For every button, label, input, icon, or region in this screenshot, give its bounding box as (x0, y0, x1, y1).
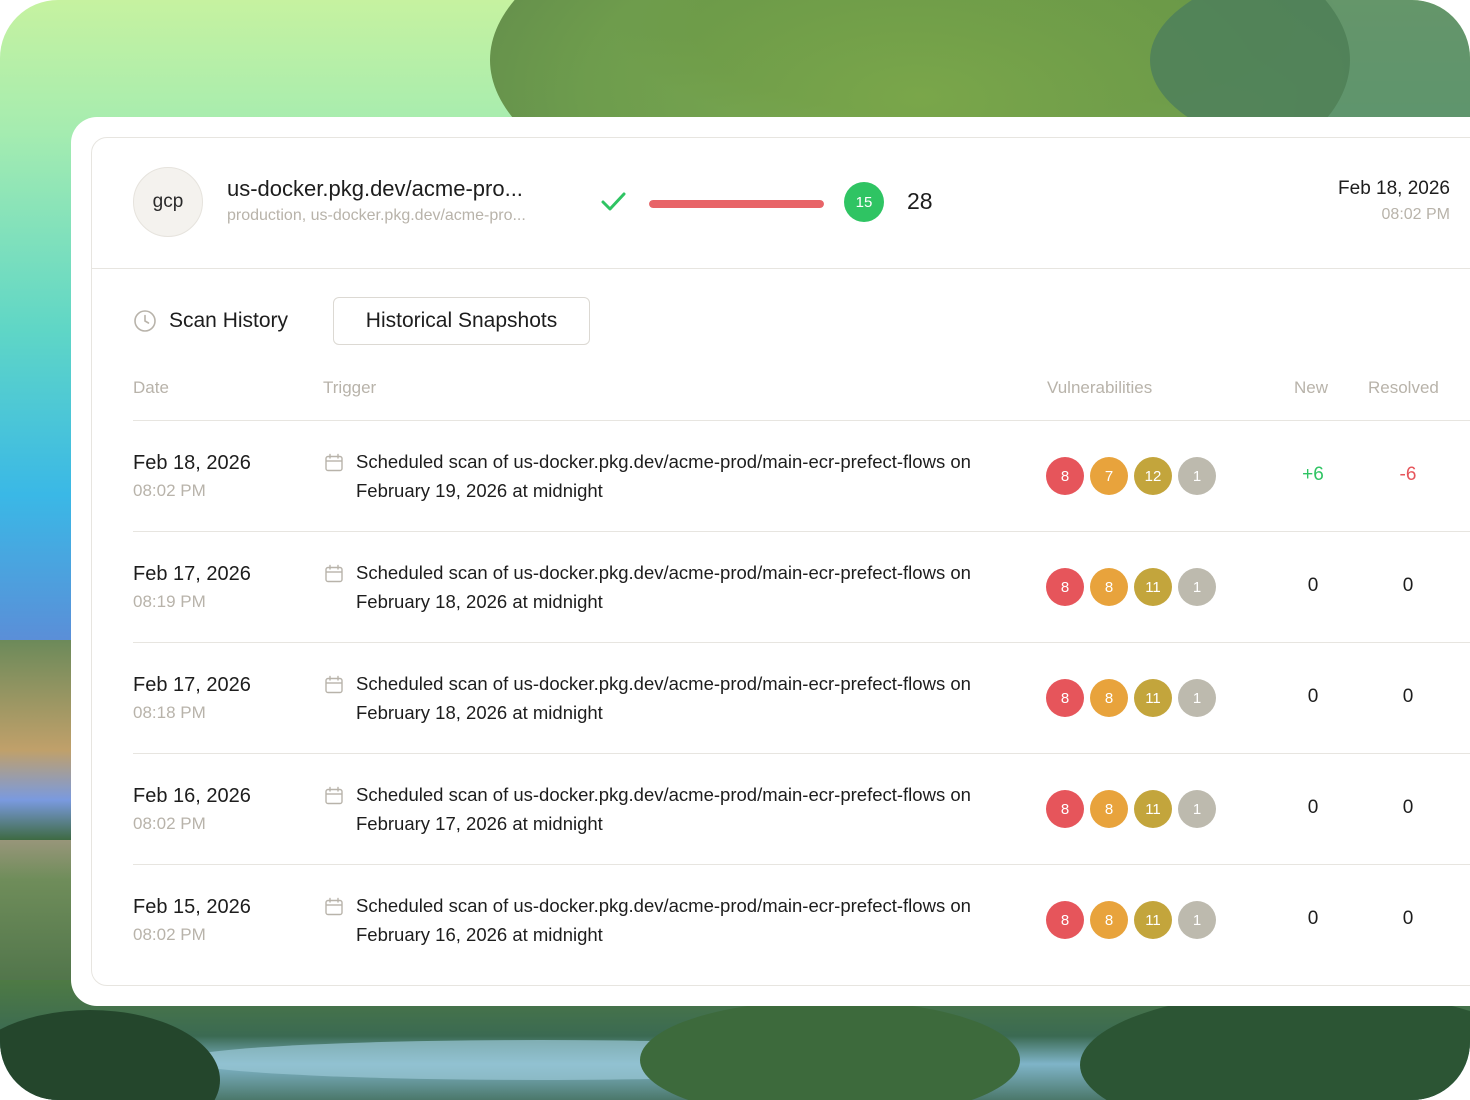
high-count-badge: 8 (1090, 568, 1128, 606)
row-new-count: +6 (1302, 464, 1324, 485)
column-header-trigger[interactable]: Trigger (323, 378, 376, 398)
vulnerability-counts: 8 7 12 1 (1046, 457, 1216, 495)
calendar-icon (325, 675, 343, 694)
row-time: 08:18 PM (133, 703, 206, 722)
column-header-new[interactable]: New (1294, 378, 1328, 398)
high-count-badge: 8 (1090, 901, 1128, 939)
row-resolved-count: -6 (1399, 464, 1417, 485)
check-icon (601, 192, 626, 211)
provider-avatar: gcp (133, 167, 203, 237)
row-time: 08:02 PM (133, 814, 206, 833)
row-resolved-count: 0 (1402, 797, 1414, 818)
critical-count-badge: 8 (1046, 568, 1084, 606)
critical-count-badge: 8 (1046, 457, 1084, 495)
scan-panel: gcp us-docker.pkg.dev/acme-pro... produc… (71, 117, 1470, 1006)
table-row[interactable]: Feb 17, 2026 08:19 PM Scheduled scan of … (133, 532, 1470, 643)
row-trigger: Scheduled scan of us-docker.pkg.dev/acme… (356, 451, 971, 501)
medium-count-badge: 12 (1134, 457, 1172, 495)
row-trigger: Scheduled scan of us-docker.pkg.dev/acme… (356, 562, 971, 612)
table-row[interactable]: Feb 16, 2026 08:02 PM Scheduled scan of … (133, 754, 1470, 865)
calendar-icon (325, 897, 343, 916)
row-trigger: Scheduled scan of us-docker.pkg.dev/acme… (356, 784, 971, 834)
severity-progress-fill (649, 200, 824, 208)
low-count-badge: 1 (1178, 457, 1216, 495)
clock-icon (134, 310, 156, 332)
low-count-badge: 1 (1178, 568, 1216, 606)
row-trigger: Scheduled scan of us-docker.pkg.dev/acme… (356, 895, 971, 945)
image-scan-card: gcp us-docker.pkg.dev/acme-pro... produc… (91, 137, 1470, 986)
table-row[interactable]: Feb 18, 2026 08:02 PM Scheduled scan of … (133, 421, 1470, 532)
vulnerability-counts: 8 8 11 1 (1046, 790, 1216, 828)
row-time: 08:02 PM (133, 481, 206, 500)
calendar-icon (325, 453, 343, 472)
tab-scan-history-label: Scan History (169, 309, 289, 332)
column-header-date[interactable]: Date (133, 378, 169, 398)
calendar-icon (325, 786, 343, 805)
repo-subtitle: production, us-docker.pkg.dev/acme-pro..… (227, 207, 526, 224)
calendar-icon (325, 564, 343, 583)
tab-scan-history[interactable]: Scan History (133, 297, 288, 345)
row-new-count: 0 (1307, 797, 1319, 818)
medium-count-badge: 11 (1134, 568, 1172, 606)
medium-count-badge: 11 (1134, 679, 1172, 717)
low-count-badge: 1 (1178, 679, 1216, 717)
table-row[interactable]: Feb 15, 2026 08:02 PM Scheduled scan of … (133, 865, 1470, 976)
row-date: Feb 16, 2026 (133, 785, 251, 807)
last-scan-date: Feb 18, 2026 (1338, 178, 1450, 199)
image-header: gcp us-docker.pkg.dev/acme-pro... produc… (92, 138, 1470, 269)
critical-count-badge: 8 (1046, 790, 1084, 828)
row-new-count: 0 (1307, 575, 1319, 596)
row-time: 08:02 PM (133, 925, 206, 944)
row-resolved-count: 0 (1402, 908, 1414, 929)
row-date: Feb 17, 2026 (133, 674, 251, 696)
background-shrub (0, 1010, 220, 1100)
vulnerability-counts: 8 8 11 1 (1046, 901, 1216, 939)
background-shrub (640, 1000, 1020, 1100)
high-count-badge: 7 (1090, 457, 1128, 495)
critical-count-badge: 8 (1046, 679, 1084, 717)
vulnerability-counts: 8 8 11 1 (1046, 679, 1216, 717)
low-count-badge: 1 (1178, 790, 1216, 828)
background-shrub (1080, 990, 1470, 1100)
critical-count-badge: 8 (1046, 901, 1084, 939)
last-scan-time: 08:02 PM (1381, 206, 1450, 223)
tab-historical-snapshots[interactable]: Historical Snapshots (333, 297, 590, 345)
status-badge: 15 (844, 182, 884, 222)
row-date: Feb 17, 2026 (133, 563, 251, 585)
row-time: 08:19 PM (133, 592, 206, 611)
row-date: Feb 18, 2026 (133, 452, 251, 474)
row-new-count: 0 (1307, 686, 1319, 707)
medium-count-badge: 11 (1134, 790, 1172, 828)
vulnerability-counts: 8 8 11 1 (1046, 568, 1216, 606)
repo-title[interactable]: us-docker.pkg.dev/acme-pro... (227, 176, 523, 202)
severity-progress-bar (649, 200, 824, 208)
high-count-badge: 8 (1090, 679, 1128, 717)
table-row[interactable]: Feb 17, 2026 08:18 PM Scheduled scan of … (133, 643, 1470, 754)
total-count: 28 (907, 188, 933, 214)
background-landscape (0, 640, 80, 840)
row-new-count: 0 (1307, 908, 1319, 929)
column-header-vulnerabilities[interactable]: Vulnerabilities (1047, 378, 1152, 398)
high-count-badge: 8 (1090, 790, 1128, 828)
row-resolved-count: 0 (1402, 686, 1414, 707)
low-count-badge: 1 (1178, 901, 1216, 939)
column-header-resolved[interactable]: Resolved (1368, 378, 1439, 398)
row-resolved-count: 0 (1402, 575, 1414, 596)
row-date: Feb 15, 2026 (133, 896, 251, 918)
medium-count-badge: 11 (1134, 901, 1172, 939)
row-trigger: Scheduled scan of us-docker.pkg.dev/acme… (356, 673, 971, 723)
